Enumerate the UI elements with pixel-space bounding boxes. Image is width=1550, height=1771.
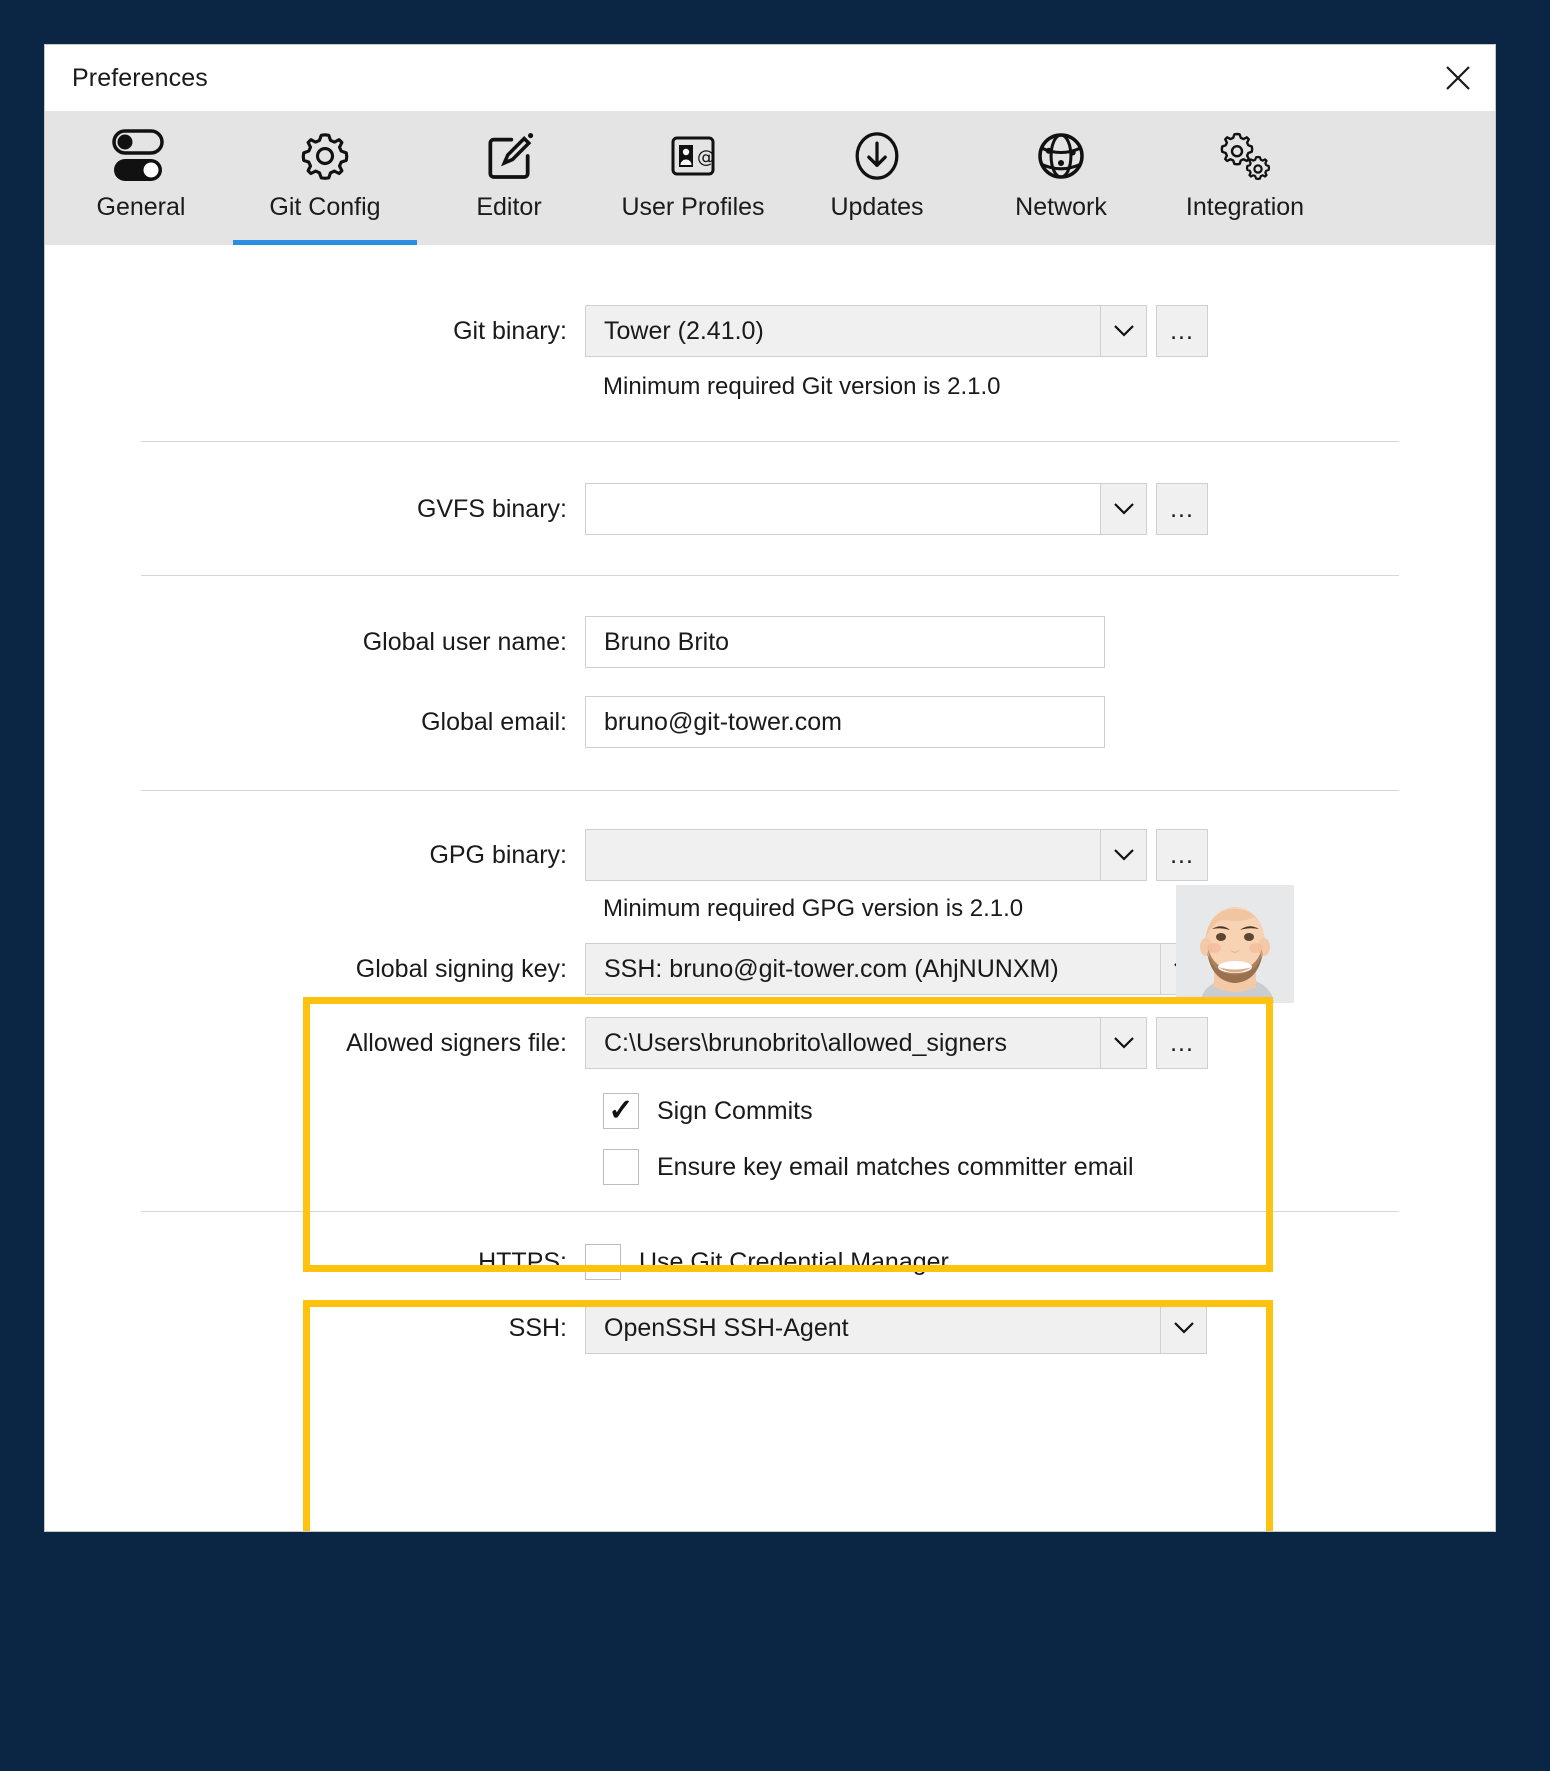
sign-commits-row: ✓ Sign Commits xyxy=(45,1093,1495,1129)
global-email-label: Global email: xyxy=(421,707,567,736)
git-binary-browse-label: ... xyxy=(1170,317,1194,345)
chevron-down-icon[interactable] xyxy=(1100,306,1146,356)
divider-4 xyxy=(141,1211,1399,1212)
ssh-row: SSH: OpenSSH SSH-Agent xyxy=(45,1302,1495,1354)
tab-updates-label: Updates xyxy=(830,193,924,221)
gpg-binary-label: GPG binary: xyxy=(429,840,567,869)
global-signing-key-value: SSH: bruno@git-tower.com (AhjNUNXM) xyxy=(604,954,1059,983)
chevron-down-icon[interactable] xyxy=(1160,1303,1206,1353)
checkmark-icon: ✓ xyxy=(608,1094,634,1127)
close-icon[interactable] xyxy=(1429,49,1487,107)
preferences-tabbar: General Git Config Editor @ User Profile… xyxy=(45,111,1495,245)
tab-integration[interactable]: Integration xyxy=(1153,111,1337,245)
ssh-agent-value: OpenSSH SSH-Agent xyxy=(604,1313,849,1342)
global-user-name-input[interactable]: Bruno Brito xyxy=(585,616,1105,668)
page-title: Preferences xyxy=(72,63,208,92)
gvfs-binary-row: GVFS binary: ... xyxy=(45,483,1495,535)
chevron-down-icon[interactable] xyxy=(1100,830,1146,880)
ssh-agent-select[interactable]: OpenSSH SSH-Agent xyxy=(585,1302,1207,1354)
gpg-binary-value xyxy=(586,830,1100,880)
ensure-key-email-label: Ensure key email matches committer email xyxy=(657,1152,1134,1181)
ssh-description-part1: Uses Window's built in OpenSSH SSH-Agent… xyxy=(603,1530,1262,1531)
ensure-key-email-checkbox[interactable] xyxy=(603,1149,639,1185)
gear-icon xyxy=(296,125,354,187)
allowed-signers-file-value: C:\Users\brunobrito\allowed_signers xyxy=(604,1028,1007,1057)
gpg-binary-select[interactable] xyxy=(585,829,1147,881)
ensure-key-email-row: Ensure key email matches committer email xyxy=(45,1149,1495,1185)
tab-editor[interactable]: Editor xyxy=(417,111,601,245)
tab-user-profiles-label: User Profiles xyxy=(621,193,765,221)
tab-updates[interactable]: Updates xyxy=(785,111,969,245)
global-email-row: Global email: bruno@git-tower.com xyxy=(45,696,1495,748)
gears-icon xyxy=(1215,125,1275,187)
git-binary-label: Git binary: xyxy=(453,316,567,345)
git-config-panel: Git binary: Tower (2.41.0) ... Minimum r… xyxy=(45,245,1495,1531)
gpg-binary-hint: Minimum required GPG version is 2.1.0 xyxy=(603,895,1024,922)
tab-git-config[interactable]: Git Config xyxy=(233,111,417,245)
avatar xyxy=(1176,885,1294,1003)
chevron-down-icon[interactable] xyxy=(1100,484,1146,534)
global-signing-key-select[interactable]: SSH: bruno@git-tower.com (AhjNUNXM) xyxy=(585,943,1207,995)
sign-commits-checkbox[interactable]: ✓ xyxy=(603,1093,639,1129)
https-row: HTTPS: Use Git Credential Manager xyxy=(45,1244,1495,1280)
gvfs-binary-browse-button[interactable]: ... xyxy=(1156,483,1208,535)
tab-integration-label: Integration xyxy=(1185,193,1305,221)
toggles-icon xyxy=(106,125,176,187)
gvfs-binary-select[interactable] xyxy=(585,483,1147,535)
global-email-input[interactable]: bruno@git-tower.com xyxy=(585,696,1105,748)
window-titlebar: Preferences xyxy=(45,45,1495,111)
git-binary-row: Git binary: Tower (2.41.0) ... xyxy=(45,305,1495,357)
use-git-credential-manager-label: Use Git Credential Manager xyxy=(639,1247,949,1276)
download-circle-icon xyxy=(849,125,905,187)
gpg-binary-browse-button[interactable]: ... xyxy=(1156,829,1208,881)
tab-editor-label: Editor xyxy=(476,193,542,221)
edit-square-icon xyxy=(481,125,537,187)
allowed-signers-file-label: Allowed signers file: xyxy=(346,1028,567,1057)
tab-network[interactable]: Network xyxy=(969,111,1153,245)
tab-general-label: General xyxy=(96,193,186,221)
git-binary-hint: Minimum required Git version is 2.1.0 xyxy=(603,373,1001,400)
divider-2 xyxy=(141,575,1399,576)
allowed-signers-browse-button[interactable]: ... xyxy=(1156,1017,1208,1069)
preferences-window: Preferences General Git Config Editor @ … xyxy=(44,44,1496,1532)
gvfs-binary-value xyxy=(586,484,1100,534)
globe-icon xyxy=(1033,125,1089,187)
contact-card-icon: @ xyxy=(665,125,721,187)
gpg-binary-browse-label: ... xyxy=(1170,841,1194,869)
global-signing-key-label: Global signing key: xyxy=(355,954,567,983)
divider-1 xyxy=(141,441,1399,442)
git-binary-value: Tower (2.41.0) xyxy=(604,316,764,345)
tab-user-profiles[interactable]: @ User Profiles xyxy=(601,111,785,245)
divider-3 xyxy=(141,790,1399,791)
allowed-signers-file-row: Allowed signers file: C:\Users\brunobrit… xyxy=(45,1017,1495,1069)
https-label: HTTPS: xyxy=(478,1247,567,1276)
git-binary-browse-button[interactable]: ... xyxy=(1156,305,1208,357)
git-binary-select[interactable]: Tower (2.41.0) xyxy=(585,305,1147,357)
allowed-signers-browse-label: ... xyxy=(1170,1029,1194,1057)
gvfs-binary-label: GVFS binary: xyxy=(416,494,567,523)
tab-general[interactable]: General xyxy=(49,111,233,245)
gvfs-binary-browse-label: ... xyxy=(1170,495,1194,523)
ssh-label: SSH: xyxy=(508,1313,567,1342)
ssh-description: Uses Window's built in OpenSSH SSH-Agent… xyxy=(603,1526,1263,1531)
tab-git-config-label: Git Config xyxy=(269,193,381,221)
tab-network-label: Network xyxy=(1015,193,1107,221)
use-git-credential-manager-checkbox[interactable] xyxy=(585,1244,621,1280)
global-user-name-label: Global user name: xyxy=(362,627,567,656)
gpg-binary-row: GPG binary: ... xyxy=(45,829,1495,881)
sign-commits-label: Sign Commits xyxy=(657,1096,813,1125)
chevron-down-icon[interactable] xyxy=(1100,1018,1146,1068)
global-user-name-row: Global user name: Bruno Brito xyxy=(45,616,1495,668)
allowed-signers-file-select[interactable]: C:\Users\brunobrito\allowed_signers xyxy=(585,1017,1147,1069)
svg-text:@: @ xyxy=(697,147,715,168)
